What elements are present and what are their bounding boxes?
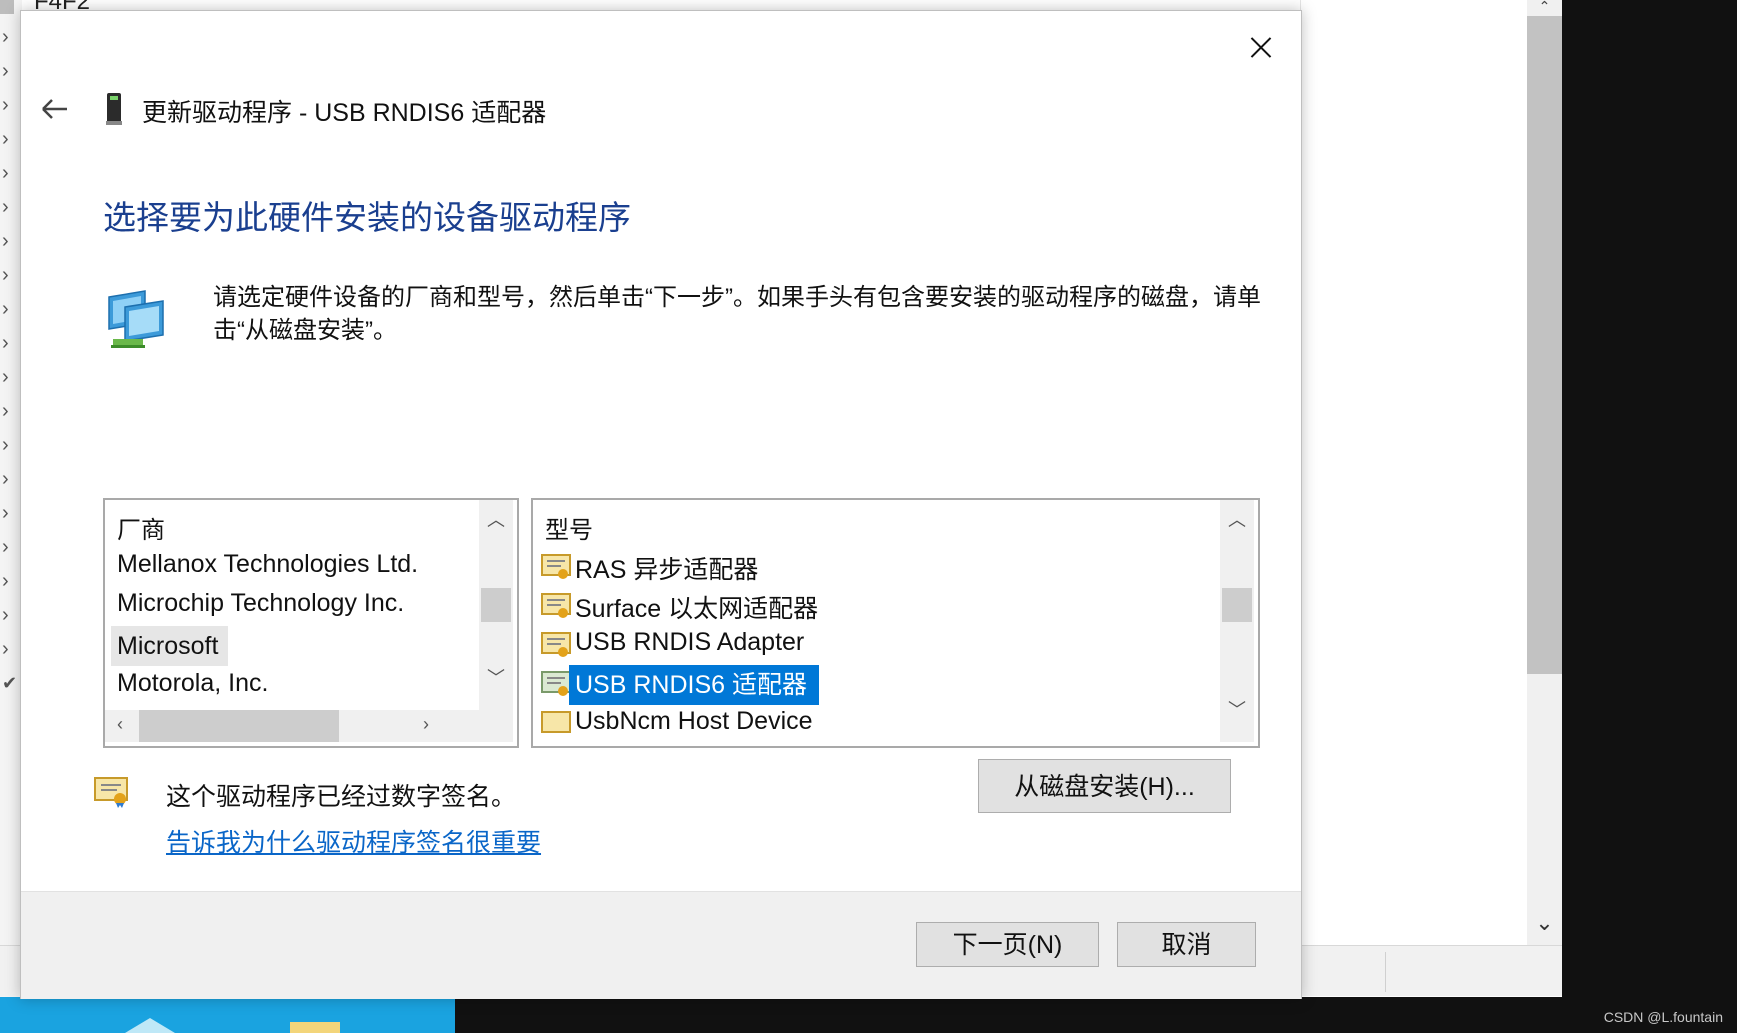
update-driver-dialog: 更新驱动程序 - USB RNDIS6 适配器 选择要为此硬件安装的设备驱动程序…: [20, 10, 1302, 999]
tree-expand-chevron-icon[interactable]: ›: [2, 469, 20, 489]
model-item[interactable]: UsbNcm Host Device: [575, 707, 813, 736]
manufacturer-item[interactable]: Motorola, Inc.: [117, 669, 268, 698]
page-heading: 选择要为此硬件安装的设备驱动程序: [103, 199, 631, 236]
scroll-down-icon[interactable]: ⌄: [1527, 910, 1562, 940]
file-explorer-icon[interactable]: [290, 1022, 340, 1033]
tree-expand-chevron-icon[interactable]: ›: [2, 503, 20, 523]
tree-expand-chevron-icon[interactable]: ›: [2, 435, 20, 455]
status-bar-separator: [1385, 952, 1386, 992]
instructions-text: 请选定硬件设备的厂商和型号，然后单击“下一步”。如果手头有包含要安装的驱动程序的…: [213, 284, 1261, 344]
driver-certificate-icon: [541, 554, 571, 579]
background-dark-area: [1562, 0, 1737, 1000]
driver-certificate-icon: [541, 593, 571, 618]
driver-certificate-icon: [541, 632, 571, 657]
scroll-right-icon[interactable]: ›: [411, 714, 441, 735]
tree-expand-chevron-icon[interactable]: ›: [2, 333, 20, 353]
tree-expand-chevron-icon[interactable]: ›: [2, 265, 20, 285]
manufacturer-item[interactable]: Mellanox Technologies Ltd.: [117, 550, 418, 579]
usb-device-icon: [106, 93, 122, 125]
tree-expand-chevron-icon[interactable]: ›: [2, 299, 20, 319]
tree-expand-chevron-icon[interactable]: ›: [2, 61, 20, 81]
dialog-footer: 下一页(N) 取消: [21, 891, 1301, 999]
watermark: CSDN @L.fountain: [1603, 1009, 1723, 1025]
tree-expand-chevron-icon[interactable]: ›: [2, 163, 20, 183]
tree-expand-chevron-icon[interactable]: ›: [2, 401, 20, 421]
close-icon[interactable]: [1239, 25, 1283, 69]
background-right-panel: [1300, 0, 1563, 945]
tree-expand-chevron-icon[interactable]: ›: [2, 27, 20, 47]
signed-driver-icon: [94, 777, 128, 808]
background-scroll-thumb[interactable]: [1527, 16, 1562, 674]
tree-expand-chevron-icon[interactable]: ›: [2, 95, 20, 115]
manufacturer-vertical-scrollbar[interactable]: ︿ ﹀: [479, 500, 513, 710]
tree-expand-chevron-icon[interactable]: ›: [2, 571, 20, 591]
model-item[interactable]: Surface 以太网适配器: [575, 589, 818, 625]
network-adapter-icon: [108, 290, 164, 348]
tree-expanded-check-icon[interactable]: ✔: [2, 674, 20, 692]
scroll-thumb[interactable]: [139, 710, 339, 742]
taskbar-start-area: [0, 997, 455, 1033]
driver-signing-info-link[interactable]: 告诉我为什么驱动程序签名很重要: [166, 823, 541, 859]
background-corner-box: [0, 0, 14, 14]
signed-status-text: 这个驱动程序已经过数字签名。: [166, 783, 517, 811]
tree-expand-chevron-icon[interactable]: ›: [2, 605, 20, 625]
back-arrow-icon[interactable]: [39, 95, 71, 123]
scroll-thumb[interactable]: [1222, 588, 1252, 622]
manufacturer-list-header: 厂商: [117, 517, 165, 544]
tree-expand-chevron-icon[interactable]: ›: [2, 129, 20, 149]
manufacturer-item-selected[interactable]: Microsoft: [111, 626, 229, 666]
model-item-selected[interactable]: USB RNDIS6 适配器: [569, 665, 819, 705]
tree-expand-chevron-icon[interactable]: ›: [2, 367, 20, 387]
driver-certificate-icon: [541, 711, 571, 733]
scroll-down-icon[interactable]: ﹀: [1220, 696, 1254, 722]
dialog-title: 更新驱动程序 - USB RNDIS6 适配器: [142, 99, 547, 127]
have-disk-button[interactable]: 从磁盘安装(H)...: [978, 759, 1231, 813]
scroll-left-icon[interactable]: ‹: [105, 714, 135, 735]
next-button[interactable]: 下一页(N): [916, 922, 1099, 967]
model-vertical-scrollbar[interactable]: ︿ ﹀: [1220, 500, 1254, 742]
taskbar: [455, 997, 1737, 1033]
scroll-thumb[interactable]: [481, 588, 511, 622]
cancel-button[interactable]: 取消: [1117, 922, 1256, 967]
scroll-up-icon[interactable]: ︿: [1220, 506, 1254, 532]
tree-expand-chevron-icon[interactable]: ›: [2, 231, 20, 251]
scroll-down-icon[interactable]: ﹀: [479, 664, 513, 690]
manufacturer-listbox[interactable]: 厂商 Mellanox Technologies Ltd. Microchip …: [103, 498, 519, 748]
background-tree-strip: [0, 0, 22, 1000]
model-item[interactable]: USB RNDIS Adapter: [575, 628, 804, 657]
model-item[interactable]: RAS 异步适配器: [575, 550, 758, 586]
manufacturer-horizontal-scrollbar[interactable]: ‹ ›: [105, 710, 513, 742]
tree-expand-chevron-icon[interactable]: ›: [2, 197, 20, 217]
scroll-up-icon[interactable]: ︿: [479, 506, 513, 532]
tree-expand-chevron-icon[interactable]: ›: [2, 639, 20, 659]
model-listbox[interactable]: 型号 RAS 异步适配器 Surface 以太网适配器 USB RNDIS Ad…: [531, 498, 1260, 748]
model-list-header: 型号: [545, 517, 593, 544]
tree-expand-chevron-icon[interactable]: ›: [2, 537, 20, 557]
scroll-up-icon[interactable]: ⌃: [1527, 0, 1562, 14]
manufacturer-item[interactable]: Microchip Technology Inc.: [117, 589, 404, 618]
